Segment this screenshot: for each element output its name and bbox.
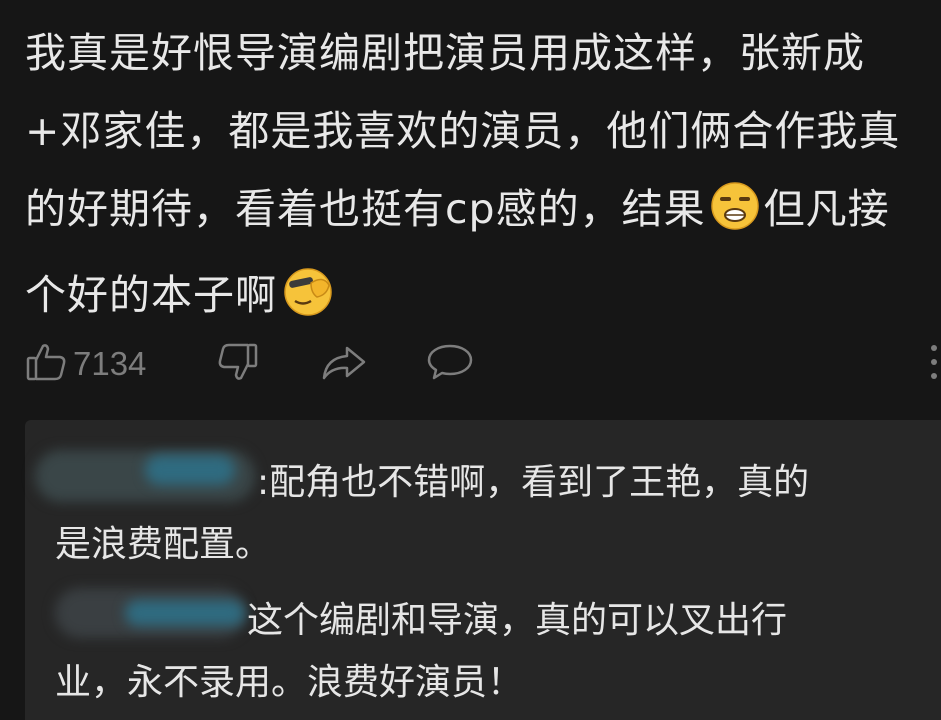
comment-body: 我真是好恨导演编剧把演员用成这样，张新成 +邓家佳，都是我喜欢的演员，他们俩合作… xyxy=(25,14,930,342)
comment-line-1: 我真是好恨导演编剧把演员用成这样，张新成 xyxy=(25,29,865,77)
comment-action-bar: 7134 xyxy=(25,340,941,388)
reply-button[interactable] xyxy=(425,340,475,388)
reply-item[interactable]: 这个编剧和导演，真的可以叉出行 业，永不录用。浪费好演员！ xyxy=(55,590,895,714)
comment-line-3a: 的好期待，看着也挺有cp感的，结果 xyxy=(25,185,706,233)
comment-line-4-text: 个好的本子啊 xyxy=(25,271,277,319)
comment-line-3: 的好期待，看着也挺有cp感的，结果 但凡接 xyxy=(25,170,930,256)
reply-line-1: 这个编剧和导演，真的可以叉出行 xyxy=(247,600,788,641)
comment-bubble-icon xyxy=(425,340,475,388)
replies-panel: :配角也不错啊，看到了王艳，真的 是浪费配置。 这个编剧和导演，真的可以叉出行 … xyxy=(25,420,941,720)
facepalm-emoji-icon xyxy=(281,264,335,342)
dislike-button[interactable] xyxy=(215,340,259,388)
more-options-button[interactable] xyxy=(928,340,940,388)
share-button[interactable] xyxy=(320,340,368,388)
like-count: 7134 xyxy=(73,345,147,382)
like-button[interactable]: 7134 xyxy=(25,340,146,388)
grimace-emoji-icon xyxy=(710,178,760,256)
reply-item[interactable]: :配角也不错啊，看到了王艳，真的 是浪费配置。 xyxy=(55,452,895,576)
reply-line-1: :配角也不错啊，看到了王艳，真的 xyxy=(257,462,810,503)
reply-line-2: 业，永不录用。浪费好演员！ xyxy=(55,662,524,703)
comment-line-2: +邓家佳，都是我喜欢的演员，他们俩合作我真 xyxy=(25,107,901,155)
reply-line-2: 是浪费配置。 xyxy=(55,524,272,565)
comment-line-3b: 但凡接 xyxy=(763,185,890,233)
comment-line-4: 个好的本子啊 xyxy=(25,256,930,342)
share-icon xyxy=(320,340,368,388)
more-vertical-icon xyxy=(928,340,940,388)
thumbs-down-icon xyxy=(215,340,259,388)
thumbs-up-icon xyxy=(25,340,69,388)
